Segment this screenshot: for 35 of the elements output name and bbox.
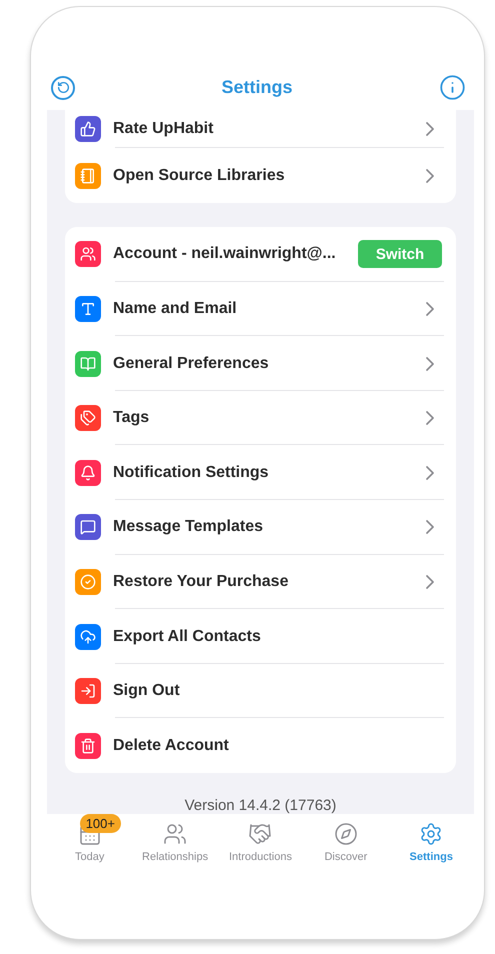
settings-row[interactable]: General Preferences bbox=[65, 336, 456, 391]
settings-row[interactable]: Restore Your Purchase bbox=[65, 554, 456, 610]
row-label: Message Templates bbox=[113, 518, 264, 536]
settings-row[interactable]: Notification Settings bbox=[65, 445, 456, 500]
count-badge: 100+ bbox=[80, 814, 121, 834]
row-label: General Preferences bbox=[113, 354, 270, 373]
compass-icon bbox=[334, 822, 358, 846]
settings-row[interactable]: Message Templates bbox=[65, 500, 456, 555]
row-label: Sign Out bbox=[113, 682, 181, 700]
row-label: Restore Your Purchase bbox=[113, 572, 290, 591]
row-label: Name and Email bbox=[113, 300, 238, 318]
page-title: Settings bbox=[221, 77, 292, 98]
settings-row[interactable]: Export All Contacts bbox=[65, 609, 456, 664]
settings-row[interactable]: Account - neil.wainwright@... Switch bbox=[65, 227, 456, 282]
settings-row[interactable]: Sign Out bbox=[65, 664, 456, 718]
settings-row[interactable]: Open Source Libraries bbox=[65, 148, 456, 204]
row-label: Rate UpHabit bbox=[113, 120, 214, 138]
settings-row[interactable]: Rate UpHabit bbox=[65, 110, 456, 148]
refresh-icon bbox=[56, 81, 70, 94]
row-label: Account - neil.wainwright@... bbox=[113, 245, 337, 264]
version-text: Version 14.4.2 (17763) bbox=[184, 797, 338, 814]
settings-icon bbox=[419, 822, 444, 846]
settings-row[interactable]: Tags bbox=[65, 390, 456, 446]
row-label: Tags bbox=[113, 409, 150, 428]
refresh-button[interactable] bbox=[51, 76, 75, 100]
people-icon bbox=[163, 822, 188, 846]
settings-row[interactable]: Name and Email bbox=[65, 282, 456, 336]
info-button[interactable] bbox=[438, 74, 466, 102]
settings-row[interactable]: Delete Account bbox=[65, 718, 456, 774]
row-label: Export All Contacts bbox=[113, 628, 262, 646]
tab-item[interactable]: Today 100+ bbox=[50, 814, 130, 864]
handshake-icon bbox=[248, 822, 272, 846]
row-label: Notification Settings bbox=[113, 464, 270, 482]
row-label: Delete Account bbox=[113, 736, 230, 755]
row-label: Open Source Libraries bbox=[113, 166, 286, 185]
